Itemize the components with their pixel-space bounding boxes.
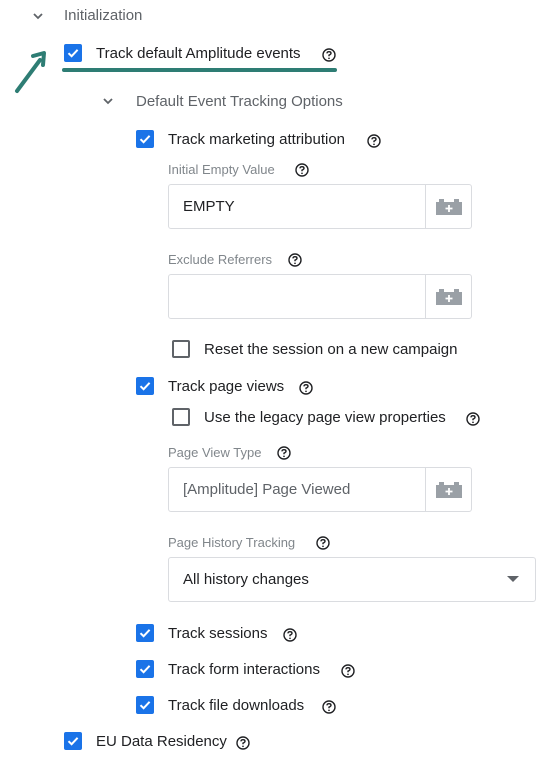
- exclude-referrers-input[interactable]: [168, 274, 472, 319]
- track-sessions-label: Track sessions: [168, 625, 268, 642]
- annotation-arrow: [15, 51, 46, 93]
- track-file-downloads-checkbox[interactable]: [136, 696, 154, 714]
- variable-brick-icon: [435, 198, 462, 215]
- variable-picker-button[interactable]: [426, 185, 471, 228]
- track-file-downloads-label: Track file downloads: [168, 697, 305, 714]
- legacy-page-view-properties-checkbox[interactable]: [172, 408, 190, 426]
- chevron-down-icon: [33, 13, 43, 20]
- help-icon[interactable]: [322, 700, 336, 714]
- help-icon[interactable]: [288, 253, 302, 267]
- eu-data-residency-checkbox[interactable]: [64, 732, 82, 750]
- track-page-views-checkbox[interactable]: [136, 377, 154, 395]
- track-form-interactions-label: Track form interactions: [168, 661, 320, 678]
- track-marketing-attribution-label: Track marketing attribution: [168, 131, 346, 148]
- eu-data-residency-label: EU Data Residency: [96, 733, 227, 750]
- help-icon[interactable]: [341, 664, 355, 678]
- variable-brick-icon: [435, 288, 462, 305]
- help-icon[interactable]: [236, 736, 250, 750]
- initial-empty-value-label: Initial Empty Value: [168, 162, 275, 177]
- page-history-tracking-select[interactable]: All history changes: [168, 557, 536, 602]
- page-history-tracking-label: Page History Tracking: [168, 535, 296, 550]
- variable-picker-button[interactable]: [426, 468, 471, 511]
- help-icon[interactable]: [277, 446, 291, 460]
- check-icon: [139, 701, 151, 710]
- check-icon: [67, 49, 79, 58]
- default-options-collapse-toggle[interactable]: [100, 93, 116, 109]
- reset-session-checkbox[interactable]: [172, 340, 190, 358]
- track-default-events-checkbox[interactable]: [64, 44, 82, 62]
- reset-session-label: Reset the session on a new campaign: [204, 341, 458, 358]
- page-view-type-placeholder: [Amplitude] Page Viewed: [183, 481, 351, 498]
- help-icon[interactable]: [295, 163, 309, 177]
- initial-empty-value-text: EMPTY: [183, 198, 235, 215]
- variable-picker-button[interactable]: [426, 275, 471, 318]
- page-history-tracking-value: All history changes: [183, 571, 309, 588]
- check-icon: [139, 629, 151, 638]
- help-icon[interactable]: [283, 628, 297, 642]
- track-page-views-label: Track page views: [168, 378, 285, 395]
- track-sessions-checkbox[interactable]: [136, 624, 154, 642]
- legacy-page-view-properties-label: Use the legacy page view properties: [204, 409, 446, 426]
- exclude-referrers-label: Exclude Referrers: [168, 252, 273, 267]
- track-marketing-attribution-checkbox[interactable]: [136, 130, 154, 148]
- track-form-interactions-checkbox[interactable]: [136, 660, 154, 678]
- check-icon: [139, 382, 151, 391]
- help-icon[interactable]: [466, 412, 480, 426]
- initialization-collapse-toggle[interactable]: [30, 8, 46, 24]
- caret-down-icon: [507, 576, 519, 582]
- check-icon: [139, 135, 151, 144]
- help-icon[interactable]: [299, 381, 313, 395]
- help-icon[interactable]: [316, 536, 330, 550]
- default-options-title: Default Event Tracking Options: [136, 93, 343, 110]
- check-icon: [67, 737, 79, 746]
- annotation-underline: [62, 68, 337, 72]
- variable-brick-icon: [435, 481, 462, 498]
- help-icon[interactable]: [367, 134, 381, 148]
- page-view-type-input[interactable]: [Amplitude] Page Viewed: [168, 467, 472, 512]
- help-icon[interactable]: [322, 48, 336, 62]
- page-view-type-label: Page View Type: [168, 445, 262, 460]
- track-default-events-label: Track default Amplitude events: [96, 45, 301, 62]
- initial-empty-value-input[interactable]: EMPTY: [168, 184, 472, 229]
- check-icon: [139, 665, 151, 674]
- chevron-down-icon: [103, 98, 113, 105]
- initialization-title: Initialization: [64, 7, 143, 24]
